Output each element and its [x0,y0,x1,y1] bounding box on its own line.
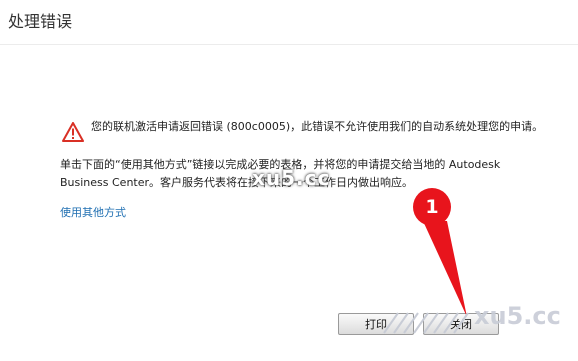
use-alternative-method-link[interactable]: 使用其他方式 [60,204,126,220]
annotation-step-number: 1 [425,196,439,218]
watermark-text: xu5.cc [252,166,331,190]
title-bar: 处理错误 [0,0,578,45]
watermark-stripes [383,312,469,334]
error-dialog: 处理错误 您的联机激活申请返回错误 (800c0005)，此错误不允许使用我们的… [0,0,578,361]
error-message-primary: 您的联机激活申请返回错误 (800c0005)，此错误不允许使用我们的自动系统处… [91,120,544,133]
dialog-title: 处理错误 [8,12,73,31]
warning-triangle-icon [62,122,84,142]
watermark-logo: xu5.cc [474,302,561,330]
